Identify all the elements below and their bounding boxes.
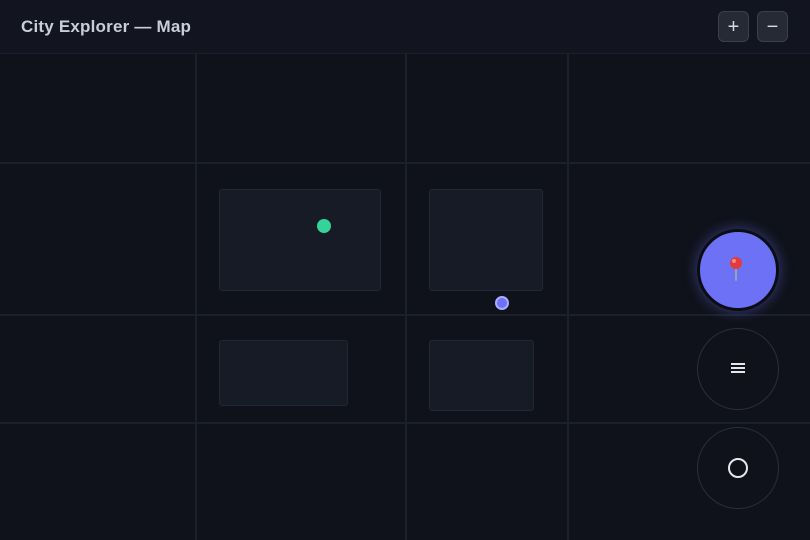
locate-button[interactable] — [697, 427, 779, 509]
city-block — [219, 189, 381, 291]
city-block — [429, 340, 534, 411]
pin-view-button[interactable] — [697, 229, 779, 311]
zoom-in-button[interactable]: + — [718, 11, 749, 42]
map-canvas[interactable] — [0, 54, 810, 540]
street — [0, 314, 810, 316]
street — [567, 54, 569, 540]
list-view-button[interactable] — [697, 328, 779, 410]
target-icon — [728, 458, 748, 478]
page-title: City Explorer — Map — [21, 17, 192, 36]
pin-icon — [730, 257, 742, 281]
city-block — [219, 340, 348, 406]
zoom-out-button[interactable]: − — [757, 11, 788, 42]
street — [0, 162, 810, 164]
green-marker[interactable] — [317, 219, 331, 233]
street — [195, 54, 197, 540]
map-header: City Explorer — Map + − — [0, 0, 810, 54]
street — [405, 54, 407, 540]
list-icon — [731, 363, 745, 374]
city-block — [429, 189, 543, 291]
current-location-marker[interactable] — [495, 296, 509, 310]
street — [0, 422, 810, 424]
